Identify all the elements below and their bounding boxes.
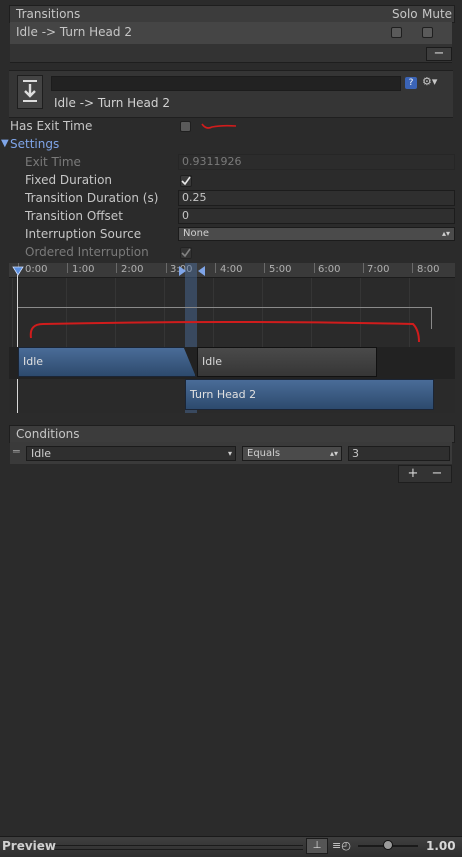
solo-checkbox[interactable] bbox=[391, 27, 402, 38]
transition-item-label: Idle -> Turn Head 2 bbox=[16, 25, 132, 39]
conditions-footer: + − bbox=[398, 465, 452, 483]
interruption-source-dropdown[interactable]: None ▴▾ bbox=[178, 227, 455, 241]
weight-curve-line bbox=[18, 307, 432, 308]
source-state-label: Idle bbox=[23, 355, 44, 368]
preview-title: Preview bbox=[2, 839, 57, 853]
transition-subtitle: Idle -> Turn Head 2 bbox=[54, 96, 170, 110]
condition-row[interactable]: ═ Idle ▾ Equals ▴▾ 3 bbox=[10, 442, 452, 464]
red-bracket-mark bbox=[29, 321, 420, 343]
conditions-title: Conditions bbox=[16, 427, 80, 441]
condition-parameter-dropdown[interactable]: Idle ▾ bbox=[26, 446, 236, 461]
solo-column-label: Solo bbox=[392, 7, 418, 21]
tick-label: 5:00 bbox=[269, 264, 292, 275]
transition-name-field[interactable] bbox=[51, 76, 401, 91]
chevron-down-icon: ▾ bbox=[227, 449, 232, 458]
preview-drag-bar[interactable] bbox=[55, 845, 303, 850]
red-scribble-mark bbox=[201, 123, 237, 129]
remove-transition-button[interactable]: − bbox=[426, 47, 452, 61]
transition-icon bbox=[17, 75, 43, 109]
fixed-duration-label: Fixed Duration bbox=[25, 173, 113, 187]
source-state-repeat-label: Idle bbox=[202, 355, 223, 368]
remove-condition-button[interactable]: − bbox=[427, 467, 447, 481]
transition-start-marker-icon[interactable] bbox=[177, 265, 187, 277]
ordered-interruption-label: Ordered Interruption bbox=[25, 245, 149, 259]
playhead-marker-icon[interactable] bbox=[12, 265, 24, 277]
drag-handle-icon[interactable]: ═ bbox=[13, 445, 20, 458]
weight-curve-end bbox=[431, 307, 432, 329]
ordered-interruption-checkbox bbox=[180, 247, 192, 259]
add-condition-button[interactable]: + bbox=[403, 467, 423, 481]
condition-parameter-value: Idle bbox=[31, 447, 52, 460]
destination-state-bar[interactable]: Turn Head 2 bbox=[185, 379, 434, 410]
dropdown-arrows-icon: ▴▾ bbox=[329, 449, 338, 458]
tick-label: 1:00 bbox=[72, 264, 95, 275]
dropdown-arrows-icon: ▴▾ bbox=[441, 229, 450, 238]
tick-label: 4:00 bbox=[220, 264, 243, 275]
interruption-source-label: Interruption Source bbox=[25, 227, 142, 241]
speed-slider-thumb[interactable] bbox=[383, 840, 393, 850]
source-state-repeat-bar[interactable]: Idle bbox=[197, 347, 377, 377]
has-exit-time-checkbox[interactable] bbox=[180, 121, 191, 132]
transition-duration-field[interactable]: 0.25 bbox=[178, 190, 455, 206]
condition-value-field[interactable]: 3 bbox=[348, 446, 450, 461]
transition-end-marker-icon[interactable] bbox=[197, 265, 207, 277]
tick-label: 0:00 bbox=[25, 264, 48, 275]
transition-duration-label: Transition Duration (s) bbox=[25, 191, 159, 205]
transitions-title: Transitions bbox=[16, 7, 81, 21]
destination-state-label: Turn Head 2 bbox=[190, 388, 257, 401]
transition-offset-field[interactable]: 0 bbox=[178, 208, 455, 224]
fixed-duration-checkbox[interactable] bbox=[180, 175, 192, 187]
help-icon[interactable]: ? bbox=[405, 77, 417, 89]
pivot-toggle-icon[interactable]: ⊥ bbox=[306, 838, 328, 854]
mute-column-label: Mute bbox=[422, 7, 453, 21]
check-icon bbox=[181, 176, 191, 186]
tick-label: 2:00 bbox=[121, 264, 144, 275]
tick-label: 8:00 bbox=[417, 264, 440, 275]
transitions-header: Transitions Solo Mute bbox=[9, 5, 455, 23]
speed-icon: ≡◴ bbox=[332, 839, 351, 852]
tick-label: 7:00 bbox=[367, 264, 390, 275]
tick-label: 6:00 bbox=[318, 264, 341, 275]
exit-time-field: 0.9311926 bbox=[178, 154, 455, 170]
check-icon bbox=[181, 248, 191, 258]
settings-foldout-arrow[interactable]: ▼ bbox=[1, 138, 9, 149]
speed-value: 1.00 bbox=[426, 839, 456, 853]
timeline-panel[interactable]: 0:00 1:00 2:00 3:00 4:00 5:00 6:00 7:00 … bbox=[9, 263, 455, 413]
mute-checkbox[interactable] bbox=[422, 27, 433, 38]
has-exit-time-label: Has Exit Time bbox=[10, 119, 93, 133]
transition-list-item[interactable]: Idle -> Turn Head 2 bbox=[10, 22, 452, 44]
conditions-header: Conditions bbox=[9, 425, 455, 443]
transition-header-panel: ? ⚙▾ Idle -> Turn Head 2 bbox=[9, 70, 453, 118]
playhead-line bbox=[17, 275, 18, 413]
timeline-ruler[interactable]: 0:00 1:00 2:00 3:00 4:00 5:00 6:00 7:00 … bbox=[9, 263, 455, 278]
condition-mode-dropdown[interactable]: Equals ▴▾ bbox=[242, 446, 342, 461]
gear-icon[interactable]: ⚙▾ bbox=[422, 75, 437, 88]
exit-time-label: Exit Time bbox=[25, 155, 81, 169]
source-state-bar[interactable]: Idle bbox=[18, 347, 196, 377]
transition-offset-label: Transition Offset bbox=[25, 209, 123, 223]
settings-foldout-label[interactable]: Settings bbox=[10, 137, 59, 151]
condition-mode-value: Equals bbox=[247, 448, 281, 459]
interruption-source-value: None bbox=[183, 228, 210, 239]
preview-bar[interactable]: Preview ⊥ ≡◴ 1.00 bbox=[0, 836, 462, 857]
list-footer: − bbox=[10, 44, 452, 63]
